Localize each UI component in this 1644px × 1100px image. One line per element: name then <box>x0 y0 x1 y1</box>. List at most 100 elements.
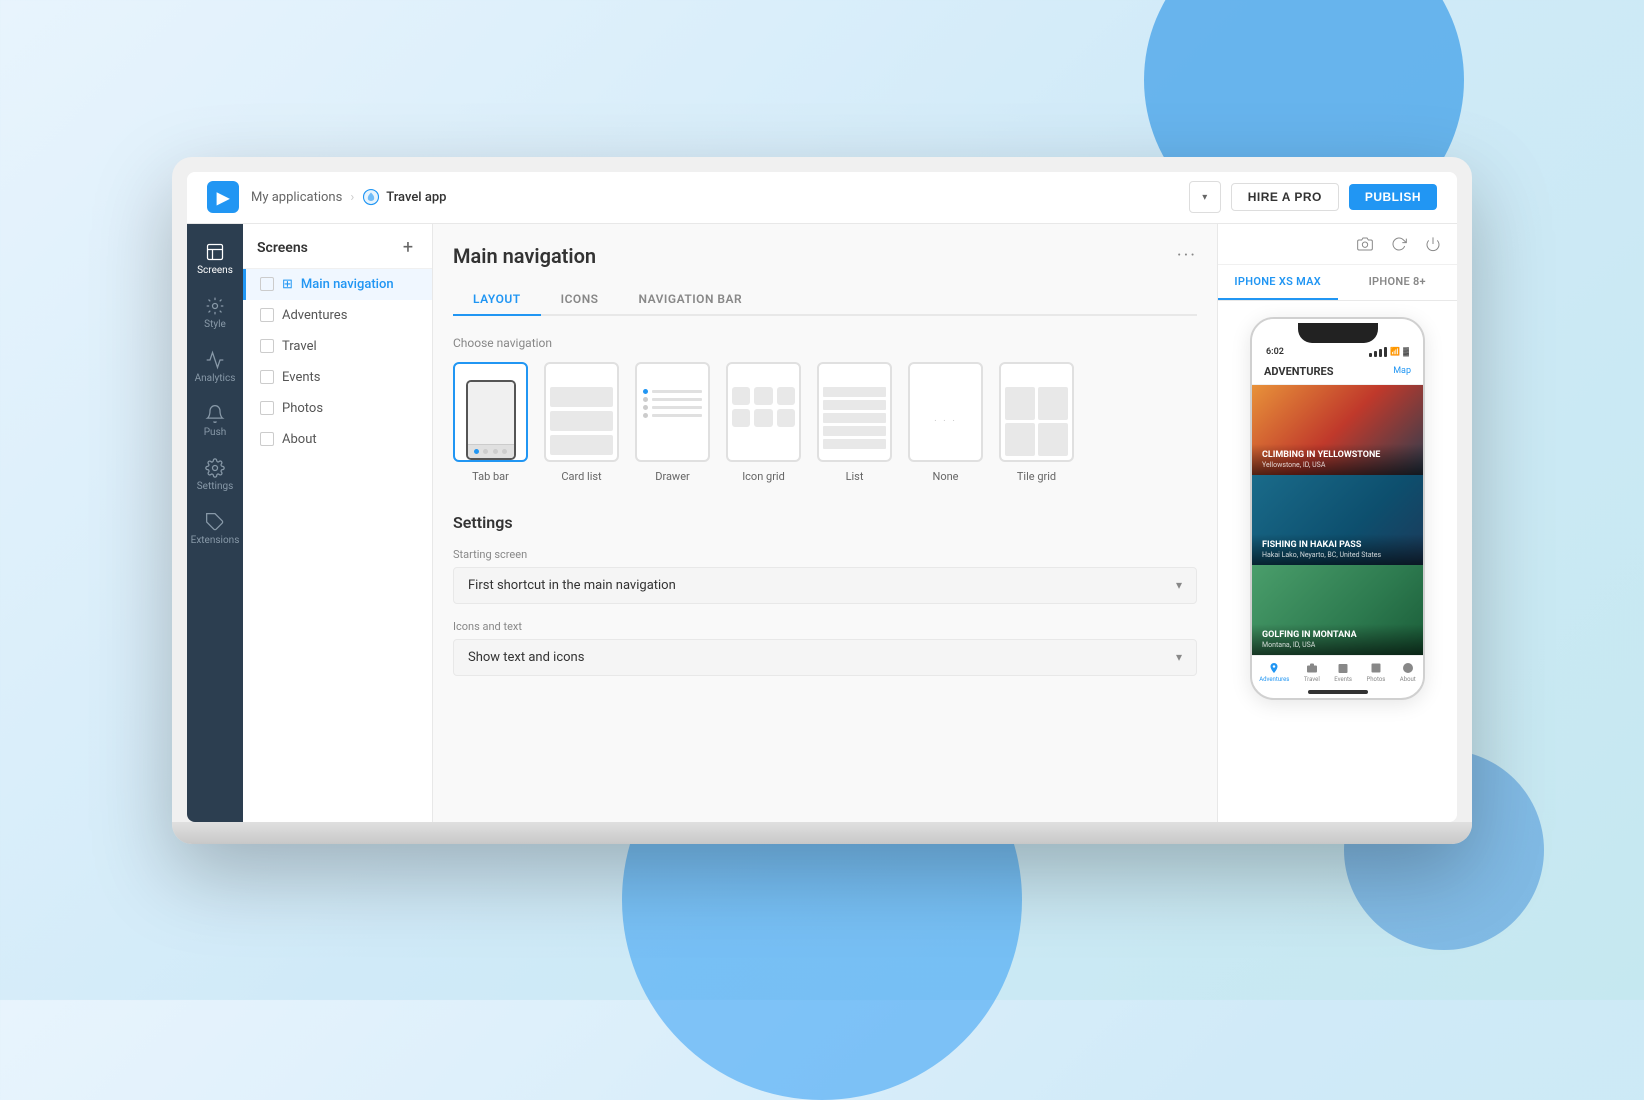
adventure-card-1-overlay: FISHING IN HAKAI PASS Hakai Lako, Neyart… <box>1252 534 1423 565</box>
phone-frame: 6:02 📶 ▓ <box>1250 317 1425 700</box>
screen-check-events <box>260 370 274 384</box>
nav-choice-list[interactable]: List <box>817 362 892 483</box>
phone-mockup: 6:02 📶 ▓ <box>1218 301 1457 822</box>
calendar-icon <box>1337 662 1349 674</box>
nav-choice-box-none: · · · <box>908 362 983 462</box>
sidebar-item-extensions[interactable]: Extensions <box>187 504 243 554</box>
app-logo[interactable]: ▶ <box>207 181 239 213</box>
phone-header-title: ADVENTURES <box>1264 365 1333 378</box>
tab-navigation-bar[interactable]: NAVIGATION BAR <box>619 284 763 316</box>
screen-item-travel[interactable]: Travel <box>243 331 432 362</box>
screen-item-photos[interactable]: Photos <box>243 393 432 424</box>
travel-icon <box>1306 662 1318 674</box>
nav-choice-tab-bar[interactable]: Tab bar <box>453 362 528 483</box>
style-icon <box>205 296 225 316</box>
sidebar-item-analytics[interactable]: Analytics <box>187 342 243 392</box>
phone-tab-events[interactable]: Events <box>1334 661 1352 683</box>
about-tab-icon <box>1401 661 1415 675</box>
drawer-mock <box>637 383 708 460</box>
phone-tab-travel[interactable]: Travel <box>1304 661 1320 683</box>
add-screen-button[interactable]: + <box>398 238 418 258</box>
laptop-screen: ▶ My applications › Travel app <box>187 172 1457 822</box>
nav-choice-card-list[interactable]: Card list <box>544 362 619 483</box>
adventure-card-0-subtitle: Yellowstone, ID, USA <box>1262 461 1413 469</box>
preview-tab-8plus[interactable]: IPHONE 8+ <box>1338 265 1458 300</box>
info-icon <box>1402 662 1414 674</box>
content-more-button[interactable]: ··· <box>1177 245 1197 266</box>
icons-text-group: Icons and text Show text and icons ▾ <box>453 620 1197 676</box>
none-mock: · · · <box>910 383 981 460</box>
nav-choice-label-card-list: Card list <box>561 470 601 483</box>
sidebar-style-label: Style <box>204 319 226 330</box>
icons-text-select[interactable]: Show text and icons ▾ <box>453 639 1197 676</box>
nav-choice-label-drawer: Drawer <box>655 470 690 483</box>
screen-icon-main: ⊞ <box>282 277 293 292</box>
screen-label-about: About <box>282 432 317 447</box>
content-title: Main navigation <box>453 244 596 268</box>
phone-tab-adventures[interactable]: Adventures <box>1259 661 1289 683</box>
adventure-card-2[interactable]: GOLFING IN MONTANA Montana, ID, USA <box>1252 565 1423 655</box>
phone-tab-about[interactable]: About <box>1400 661 1416 683</box>
phone-tab-photos[interactable]: Photos <box>1366 661 1385 683</box>
nav-choice-label-tile-grid: Tile grid <box>1017 470 1056 483</box>
sidebar-push-label: Push <box>204 427 227 438</box>
screen-check-photos <box>260 401 274 415</box>
starting-screen-select[interactable]: First shortcut in the main navigation ▾ <box>453 567 1197 604</box>
sidebar-analytics-label: Analytics <box>195 373 236 384</box>
nav-choice-box-icon-grid <box>726 362 801 462</box>
nav-choices: Tab bar Card list <box>453 362 1197 483</box>
screen-item-events[interactable]: Events <box>243 362 432 393</box>
tab-layout[interactable]: LAYOUT <box>453 284 541 316</box>
screen-label-main: Main navigation <box>301 277 394 292</box>
screen-label-adventures: Adventures <box>282 308 347 323</box>
adventures-tab-icon <box>1267 661 1281 675</box>
power-icon[interactable] <box>1423 234 1443 254</box>
signal-bars <box>1369 347 1387 357</box>
sidebar-item-push[interactable]: Push <box>187 396 243 446</box>
main-layout: Screens Style Analytics <box>187 224 1457 822</box>
screen-item-adventures[interactable]: Adventures <box>243 300 432 331</box>
phone-app-header: ADVENTURES Map <box>1252 359 1423 385</box>
camera-icon[interactable] <box>1355 234 1375 254</box>
phone-header-link[interactable]: Map <box>1393 366 1411 376</box>
adventure-card-2-overlay: GOLFING IN MONTANA Montana, ID, USA <box>1252 624 1423 655</box>
phone-notch <box>1298 323 1378 343</box>
icons-text-value: Show text and icons <box>468 650 584 665</box>
sidebar-left: Screens Style Analytics <box>187 224 243 822</box>
photo-icon <box>1370 662 1382 674</box>
nav-choice-icon-grid[interactable]: Icon grid <box>726 362 801 483</box>
phone-status-bar: 6:02 📶 ▓ <box>1252 343 1423 359</box>
screen-item-main-navigation[interactable]: ⊞ Main navigation <box>243 269 432 300</box>
nav-section-label: Choose navigation <box>453 336 1197 350</box>
nav-choice-box-tile-grid <box>999 362 1074 462</box>
phone-tab-adventures-label: Adventures <box>1259 676 1289 683</box>
nav-choice-tile-grid[interactable]: Tile grid <box>999 362 1074 483</box>
nav-choice-drawer[interactable]: Drawer <box>635 362 710 483</box>
hire-a-pro-button[interactable]: HIRE A PRO <box>1231 183 1339 211</box>
adventure-card-2-title: GOLFING IN MONTANA <box>1262 630 1413 641</box>
push-icon <box>205 404 225 424</box>
travel-tab-icon <box>1305 661 1319 675</box>
phone-tab-travel-label: Travel <box>1304 676 1320 683</box>
icons-text-label: Icons and text <box>453 620 1197 633</box>
screens-panel: Screens + ⊞ Main navigation Adventures <box>243 224 433 822</box>
starting-screen-group: Starting screen First shortcut in the ma… <box>453 548 1197 604</box>
screen-item-about[interactable]: About <box>243 424 432 455</box>
nav-choice-none[interactable]: · · · None <box>908 362 983 483</box>
content-area: Main navigation ··· LAYOUT ICONS NAVIGAT… <box>433 224 1217 822</box>
sidebar-item-style[interactable]: Style <box>187 288 243 338</box>
breadcrumb-parent[interactable]: My applications <box>251 190 342 205</box>
sidebar-item-settings[interactable]: Settings <box>187 450 243 500</box>
nav-choice-box-card-list <box>544 362 619 462</box>
preview-tab-xs-max[interactable]: IPHONE XS MAX <box>1218 265 1338 300</box>
icons-text-arrow: ▾ <box>1176 650 1182 664</box>
tab-icons[interactable]: ICONS <box>541 284 619 316</box>
dropdown-button[interactable]: ▾ <box>1189 181 1221 213</box>
adventure-card-1[interactable]: FISHING IN HAKAI PASS Hakai Lako, Neyart… <box>1252 475 1423 565</box>
publish-button[interactable]: PUBLISH <box>1349 184 1437 210</box>
starting-screen-label: Starting screen <box>453 548 1197 561</box>
adventure-card-0[interactable]: CLIMBING IN YELLOWSTONE Yellowstone, ID,… <box>1252 385 1423 475</box>
nav-choice-box-tab-bar <box>453 362 528 462</box>
refresh-icon[interactable] <box>1389 234 1409 254</box>
sidebar-item-screens[interactable]: Screens <box>187 234 243 284</box>
